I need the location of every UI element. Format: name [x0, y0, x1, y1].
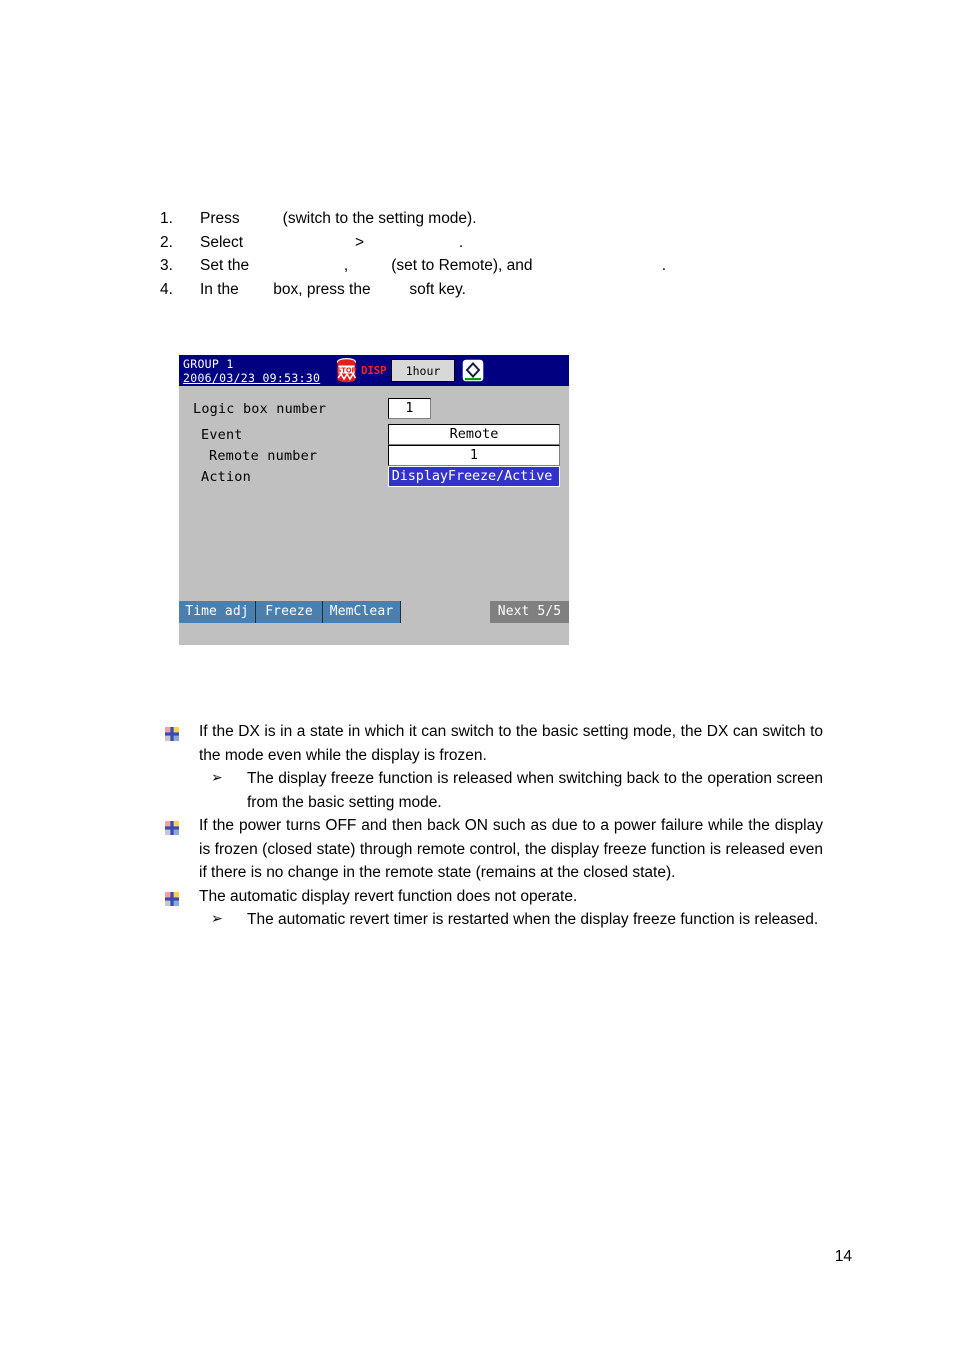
field-label: Logic box number	[193, 401, 327, 417]
subnote-text: The display freeze function is released …	[247, 770, 823, 811]
field-row-event: Event Remote	[179, 424, 569, 446]
cross-bullet-icon	[165, 890, 179, 906]
logic-box-number-field[interactable]: 1	[388, 398, 431, 419]
cross-bullet-icon	[165, 725, 179, 741]
note-item: If the DX is in a state in which it can …	[163, 720, 823, 767]
step-number: 2.	[160, 233, 173, 251]
note-text: If the power turns OFF and then back ON …	[199, 817, 823, 881]
datetime-label: 2006/03/23 09:53:30	[183, 370, 321, 385]
media-status-icon[interactable]	[461, 358, 485, 383]
svg-text:STOP: STOP	[337, 366, 357, 374]
step-number: 3.	[160, 257, 173, 274]
group-label: GROUP 1	[183, 356, 234, 371]
timescale-button[interactable]: 1hour	[391, 359, 455, 382]
note-item: If the power turns OFF and then back ON …	[163, 814, 823, 885]
remote-number-field[interactable]: 1	[388, 445, 560, 466]
note-text: If the DX is in a state in which it can …	[199, 723, 823, 764]
arrow-bullet-icon: ➢	[211, 770, 223, 786]
step-number: 1.	[160, 210, 173, 227]
softkey-next[interactable]: Next 5/5	[490, 601, 569, 623]
page-number: 14	[834, 1248, 852, 1265]
step-text: In the box, press the soft key.	[200, 280, 466, 298]
procedure-step: 4. In the box, press the soft key.	[160, 278, 860, 302]
subnote-item: ➢ The display freeze function is release…	[163, 767, 823, 814]
step-text: Set the , (set to Remote), and .	[200, 257, 667, 274]
field-row-remote-number: Remote number 1	[179, 445, 569, 467]
arrow-bullet-icon: ➢	[211, 911, 223, 927]
note-text: The automatic display revert function do…	[199, 887, 578, 905]
step-text: Select > .	[200, 233, 464, 251]
notes-list: If the DX is in a state in which it can …	[163, 720, 823, 932]
procedure-step: 3. Set the , (set to Remote), and .	[160, 254, 860, 278]
subnote-text: The automatic revert timer is restarted …	[247, 911, 819, 928]
field-label: Action	[201, 469, 251, 485]
softkey-time-adj[interactable]: Time adj	[179, 601, 256, 623]
softkey-bar: Time adj Freeze MemClear Next 5/5	[179, 601, 569, 623]
field-row-action: Action DisplayFreeze/Active	[179, 466, 569, 488]
softkey-memclear[interactable]: MemClear	[323, 601, 401, 623]
note-item: The automatic display revert function do…	[163, 885, 823, 909]
step-text: Press (switch to the setting mode).	[200, 210, 477, 227]
device-header: GROUP 1 2006/03/23 09:53:30 STOP DISP 1h…	[179, 355, 569, 386]
disp-label: DISP	[361, 364, 387, 377]
device-screenshot: GROUP 1 2006/03/23 09:53:30 STOP DISP 1h…	[179, 355, 569, 645]
device-header-title: GROUP 1 2006/03/23 09:53:30	[179, 357, 320, 385]
procedure-step: 1. Press (switch to the setting mode).	[160, 207, 860, 231]
field-row-logic-box-number: Logic box number 1	[179, 398, 569, 420]
stop-recorder-icon: STOP	[333, 357, 360, 384]
field-label: Event	[201, 427, 243, 443]
cross-bullet-icon	[165, 819, 179, 835]
softkey-freeze[interactable]: Freeze	[256, 601, 323, 623]
event-field[interactable]: Remote	[388, 424, 560, 445]
action-field[interactable]: DisplayFreeze/Active	[388, 466, 560, 487]
field-label: Remote number	[209, 448, 318, 464]
procedure-step: 2. Select > .	[160, 231, 860, 255]
device-body: Logic box number 1 Event Remote Remote n…	[179, 386, 569, 623]
procedure-steps: 1. Press (switch to the setting mode). 2…	[160, 207, 860, 301]
step-number: 4.	[160, 280, 173, 298]
subnote-item: ➢ The automatic revert timer is restarte…	[163, 908, 823, 932]
